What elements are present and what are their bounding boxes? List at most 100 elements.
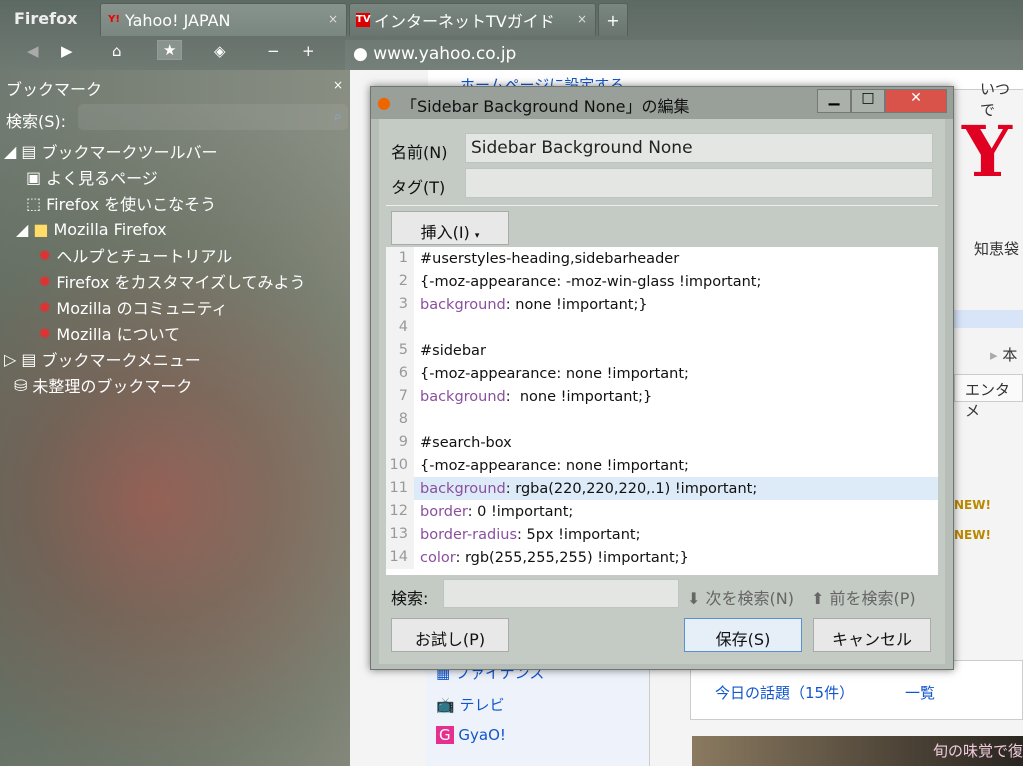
topics-link[interactable]: 今日の話題（15件） xyxy=(715,682,854,703)
zoom-out-icon[interactable]: − xyxy=(267,42,280,60)
code-text: border: 0 !important; xyxy=(420,503,574,520)
dialog-title: 「Sidebar Background None」の編集 xyxy=(401,97,690,116)
bookmark-item[interactable]: ✹ Mozilla について xyxy=(0,320,306,346)
gyao-link[interactable]: G GyaO! xyxy=(436,726,506,744)
entame-tab[interactable]: エンタメ xyxy=(954,374,1023,420)
line-number: 7 xyxy=(386,385,414,408)
tv-icon: 📺 xyxy=(436,696,460,714)
new-badge: NEW! xyxy=(954,528,991,542)
tv-link[interactable]: 📺 テレビ xyxy=(436,694,504,715)
insert-dropdown[interactable]: 挿入(I) ▾ xyxy=(391,211,509,245)
code-text: background: none !important;} xyxy=(420,296,648,313)
save-button[interactable]: 保存(S) xyxy=(684,618,802,652)
bookmark-item[interactable]: ✹ ヘルプとチュートリアル xyxy=(0,242,306,268)
unsorted-icon: ⛁ xyxy=(14,375,28,395)
line-number: 1 xyxy=(386,247,414,270)
dropdown-arrow-icon: ▾ xyxy=(474,231,480,241)
find-prev-button[interactable]: ⬆ 前を検索(P) xyxy=(811,585,916,609)
firefox-menu-button[interactable]: Firefox xyxy=(14,9,77,28)
code-line[interactable]: 9 #search-box xyxy=(386,431,938,454)
bookmark-folder[interactable]: ⛁ 未整理のブックマーク xyxy=(0,372,306,398)
line-number: 4 xyxy=(386,316,414,339)
firefox-icon: ✹ xyxy=(38,245,52,265)
code-line[interactable]: 14 color: rgb(255,255,255) !important;} xyxy=(386,546,938,569)
item-label: ブックマークツールバー xyxy=(41,143,218,162)
find-input[interactable] xyxy=(443,579,679,608)
code-line[interactable]: 8 xyxy=(386,408,938,431)
cancel-button[interactable]: キャンセル xyxy=(813,618,931,652)
line-number: 10 xyxy=(386,454,414,477)
firefox-icon: ✹ xyxy=(38,297,52,317)
url-text: www.yahoo.co.jp xyxy=(373,44,517,64)
tab-tv-guide[interactable]: TV インターネットTVガイド × xyxy=(349,3,596,36)
name-label: 名前(N) xyxy=(391,143,448,162)
item-label: Firefox をカスタマイズしてみよう xyxy=(56,273,306,292)
smart-folder-icon: ▣ xyxy=(26,167,42,187)
name-input[interactable]: Sidebar Background None xyxy=(465,133,933,163)
yahoo-logo: Y xyxy=(962,110,1012,193)
new-badge: NEW! xyxy=(954,498,991,512)
banner-ad[interactable]: 旬の味覚で復 xyxy=(692,736,1023,766)
close-tab-icon[interactable]: × xyxy=(577,12,587,26)
tag-label: タグ(T) xyxy=(391,178,446,197)
line-number: 5 xyxy=(386,339,414,362)
bookmark-folder[interactable]: ◢ ▤ ブックマークツールバー xyxy=(0,138,306,164)
close-button[interactable]: ✕ xyxy=(885,89,947,113)
code-text: background: none !important;} xyxy=(420,388,653,405)
sidebar-search-input[interactable]: ⌕ xyxy=(78,104,348,130)
code-line[interactable]: 4 xyxy=(386,316,938,339)
search-label: 検索(S): xyxy=(6,112,67,131)
code-line[interactable]: 6 {-moz-appearance: none !important; xyxy=(386,362,938,385)
book-link[interactable]: ▸ 本 xyxy=(990,344,1017,365)
tag-input[interactable] xyxy=(465,168,933,198)
code-text: {-moz-appearance: none !important; xyxy=(420,457,689,474)
code-line[interactable]: 10 {-moz-appearance: none !important; xyxy=(386,454,938,477)
code-line[interactable]: 11 background: rgba(220,220,220,.1) !impo… xyxy=(386,477,938,500)
code-line[interactable]: 13 border-radius: 5px !important; xyxy=(386,523,938,546)
code-line[interactable]: 12 border: 0 !important; xyxy=(386,500,938,523)
bookmarks-sidebar-icon[interactable]: ★ xyxy=(157,40,183,60)
find-next-button[interactable]: ⬇ 次を検索(N) xyxy=(687,585,794,609)
expand-icon: ◢ xyxy=(4,141,17,161)
close-sidebar-icon[interactable]: × xyxy=(333,78,343,92)
close-tab-icon[interactable]: × xyxy=(328,12,338,26)
fullscreen-icon[interactable]: ◈ xyxy=(214,42,226,60)
bookmark-folder[interactable]: ◢ ■ Mozilla Firefox xyxy=(0,216,306,242)
new-tab-button[interactable]: + xyxy=(598,3,628,36)
minimize-button[interactable]: ▁ xyxy=(817,89,851,113)
back-icon[interactable]: ◀ xyxy=(27,42,39,60)
firefox-logo-icon: ● xyxy=(377,93,391,112)
code-editor[interactable]: 1 #userstyles-heading,sidebarheader 2 {-moz… xyxy=(386,247,938,575)
edit-style-dialog: ● 「Sidebar Background None」の編集 ▁ □ ✕ 名前(… xyxy=(370,86,954,670)
chiebukuro-link[interactable]: 知恵袋 xyxy=(974,238,1019,259)
item-label: Mozilla のコミュニティ xyxy=(56,299,228,318)
bookmark-item[interactable]: ⬚ Firefox を使いこなそう xyxy=(0,190,306,216)
bookmark-item[interactable]: ▣ よく見るページ xyxy=(0,164,306,190)
code-text: #userstyles-heading,sidebarheader xyxy=(420,250,680,267)
code-line[interactable]: 2 {-moz-appearance: -moz-win-glass !impor… xyxy=(386,270,938,293)
tab-yahoo[interactable]: Y! Yahoo! JAPAN × xyxy=(100,3,347,36)
bookmark-item[interactable]: ✹ Mozilla のコミュニティ xyxy=(0,294,306,320)
bookmark-item[interactable]: ✹ Firefox をカスタマイズしてみよう xyxy=(0,268,306,294)
line-number: 12 xyxy=(386,500,414,523)
code-line[interactable]: 1 #userstyles-heading,sidebarheader xyxy=(386,247,938,270)
code-line[interactable]: 3 background: none !important;} xyxy=(386,293,938,316)
code-text: border-radius: 5px !important; xyxy=(420,526,641,543)
zoom-in-icon[interactable]: + xyxy=(302,42,315,60)
home-icon[interactable]: ⌂ xyxy=(112,42,122,60)
code-text: #sidebar xyxy=(420,342,486,359)
code-text: {-moz-appearance: none !important; xyxy=(420,365,689,382)
code-line[interactable]: 5 #sidebar xyxy=(386,339,938,362)
forward-icon[interactable]: ▶ xyxy=(61,42,73,60)
bookmark-folder[interactable]: ▷ ▤ ブックマークメニュー xyxy=(0,346,306,372)
code-line[interactable]: 7 background: none !important;} xyxy=(386,385,938,408)
line-number: 6 xyxy=(386,362,414,385)
toolbar-folder-icon: ▤ xyxy=(21,141,37,161)
dialog-titlebar: ● 「Sidebar Background None」の編集 ▁ □ ✕ xyxy=(371,87,953,119)
maximize-button[interactable]: □ xyxy=(851,89,885,113)
folder-icon: ■ xyxy=(33,219,49,239)
item-label: Mozilla Firefox xyxy=(53,219,167,239)
url-bar[interactable]: ● www.yahoo.co.jp xyxy=(345,40,1023,70)
topics-list-link[interactable]: 一覧 xyxy=(905,682,935,703)
preview-button[interactable]: お試し(P) xyxy=(391,618,509,652)
